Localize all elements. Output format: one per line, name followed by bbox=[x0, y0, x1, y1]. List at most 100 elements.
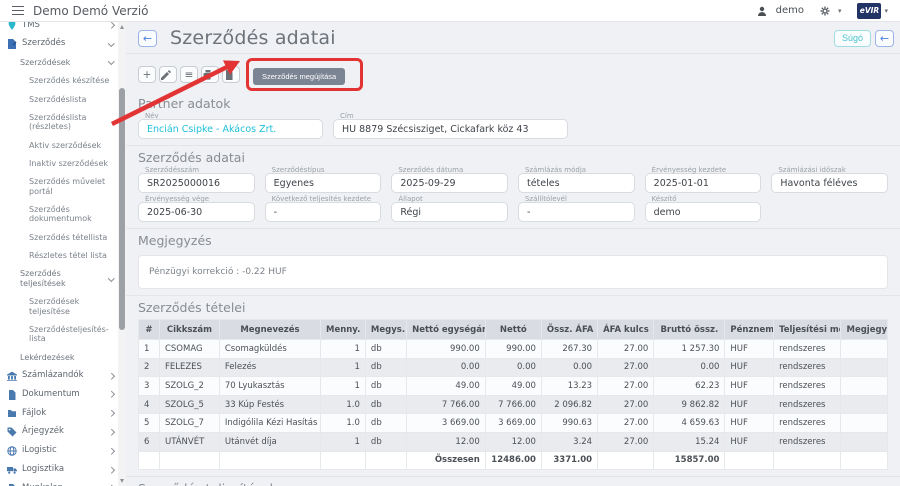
field-label: Érvényesség kezdete bbox=[652, 166, 727, 174]
sidebar-item-label: Logisztika bbox=[22, 465, 106, 475]
table-cell: 0.00 bbox=[654, 358, 725, 377]
field-n-v[interactable]: NévEncián Csipke - Akácos Zrt. bbox=[138, 119, 323, 139]
table-cell: 13.23 bbox=[541, 377, 597, 396]
table-cell bbox=[841, 432, 888, 451]
document-button[interactable] bbox=[222, 66, 240, 83]
table-cell: 0.00 bbox=[485, 358, 541, 377]
edit-button[interactable] bbox=[159, 66, 177, 83]
sidebar-item[interactable]: Szerződéslista bbox=[0, 90, 118, 108]
sidebar-item[interactable]: Szerződések bbox=[0, 54, 118, 72]
note-section-title: Megjegyzés bbox=[138, 233, 888, 248]
field-value: Régi bbox=[400, 207, 421, 218]
sidebar-item-label: TMS bbox=[22, 22, 106, 30]
field--rv-nyess-g-v-ge[interactable]: Érvényesség vége2025-06-30 bbox=[138, 202, 255, 222]
sidebar-item[interactable]: Szerződések teljesítése bbox=[0, 293, 118, 321]
table-cell bbox=[159, 451, 219, 470]
field-szerz-d-ssz-m[interactable]: SzerződésszámSR2025000016 bbox=[138, 173, 255, 193]
sidebar-item[interactable]: Szerződés dokumentumok bbox=[0, 201, 118, 229]
list-button[interactable]: ≡ bbox=[180, 66, 198, 83]
scroll-up-icon[interactable] bbox=[120, 25, 124, 29]
print-button[interactable] bbox=[201, 66, 219, 83]
contract-renew-button[interactable]: Szerződés megújítása bbox=[253, 68, 345, 85]
sidebar-item[interactable]: Szerződés bbox=[0, 35, 118, 54]
help-button[interactable]: Súgó bbox=[834, 30, 871, 47]
field-value: demo bbox=[654, 207, 681, 218]
table-cell bbox=[139, 451, 160, 470]
field-label: Szerződés dátuma bbox=[398, 166, 463, 174]
sidebar-item[interactable]: Számlázandók bbox=[0, 367, 118, 386]
hamburger-menu-icon[interactable] bbox=[12, 6, 24, 16]
sidebar-item[interactable]: Szerződés tétellista bbox=[0, 228, 118, 246]
contract-section-title: Szerződés adatai bbox=[138, 150, 888, 165]
field-sz-ll-t-lev-l[interactable]: Szállítólevél- bbox=[518, 202, 635, 222]
sidebar-item[interactable]: Dokumentum bbox=[0, 385, 118, 404]
table-cell bbox=[320, 451, 365, 470]
sidebar-item[interactable]: Szerződéslista (részletes) bbox=[0, 108, 118, 136]
sidebar-item[interactable]: Logisztika bbox=[0, 460, 118, 479]
field-szerz-d-s-d-tuma[interactable]: Szerződés dátuma2025-09-29 bbox=[391, 173, 508, 193]
sidebar-item[interactable]: Szerződésteljesítés-lista bbox=[0, 320, 118, 348]
sidebar-scrollbar[interactable] bbox=[118, 22, 126, 486]
field-sz-ml-z-si-id-szak[interactable]: Számlázási időszakHavonta féléves bbox=[771, 173, 888, 193]
sidebar-item[interactable]: Szerződés készítése bbox=[0, 72, 118, 90]
note-section: Megjegyzés Pénzügyi korrekció : -0.22 HU… bbox=[126, 229, 900, 296]
sidebar-item[interactable]: Aktiv szerződések bbox=[0, 136, 118, 154]
sidebar-item[interactable]: iLogistic bbox=[0, 442, 118, 461]
field--rv-nyess-g-kezdete[interactable]: Érvényesség kezdete2025-01-01 bbox=[645, 173, 762, 193]
chevron-down-icon bbox=[108, 275, 114, 281]
sidebar-item[interactable]: Részletes tétel lista bbox=[0, 247, 118, 265]
invoice-icon bbox=[7, 371, 17, 381]
sidebar-item[interactable]: Inaktiv szerződések bbox=[0, 154, 118, 172]
fulfillments-section: Szerződés teljesítések #Bizonylat tétel … bbox=[126, 477, 900, 486]
sidebar-item-label: Részletes tétel lista bbox=[29, 251, 113, 261]
field--llapot[interactable]: ÁllapotRégi bbox=[391, 202, 508, 222]
sidebar-scrollbar-thumb[interactable] bbox=[119, 88, 125, 330]
field-sz-ml-z-s-m-dja[interactable]: Számlázás módjatételes bbox=[518, 173, 635, 193]
sidebar-item-label: Szerződés dokumentumok bbox=[29, 205, 113, 224]
add-button[interactable]: + bbox=[138, 66, 156, 83]
sidebar-item-label: Szerződések teljesítése bbox=[29, 297, 113, 316]
field-label: Számlázás módja bbox=[525, 166, 586, 174]
table-cell: 5 bbox=[139, 414, 160, 433]
sidebar-item[interactable]: Fájlok bbox=[0, 404, 118, 423]
column-header: Megnevezés bbox=[219, 320, 320, 340]
table-cell: 27.00 bbox=[598, 340, 654, 359]
table-cell bbox=[841, 377, 888, 396]
table-cell bbox=[841, 358, 888, 377]
field-szerz-d-st-pus[interactable]: SzerződéstípusEgyenes bbox=[265, 173, 382, 193]
sidebar-item[interactable]: Árjegyzék bbox=[0, 423, 118, 442]
page-title: Szerződés adatai bbox=[170, 27, 336, 49]
sidebar-item[interactable]: Szerződés teljesítések bbox=[0, 265, 118, 293]
sidebar-item-label: Szerződés készítése bbox=[29, 76, 113, 86]
sidebar-item[interactable]: Munkalap bbox=[0, 479, 118, 486]
contract-icon bbox=[7, 39, 17, 49]
field-k-vetkez-teljes-t-s-kezdete[interactable]: Következő teljesítés kezdete- bbox=[265, 202, 382, 222]
sidebar-item[interactable]: TMS bbox=[0, 22, 118, 35]
sidebar-item-label: Szerződések bbox=[20, 58, 106, 68]
column-header: Nettó egységár bbox=[407, 320, 486, 340]
sidebar-item[interactable]: Szerződés művelet portál bbox=[0, 173, 118, 201]
items-section-title: Szerződés tételei bbox=[138, 300, 888, 315]
user-menu[interactable]: demo bbox=[757, 5, 804, 16]
brand-logo: eVIR bbox=[857, 3, 881, 19]
table-cell: db bbox=[365, 358, 406, 377]
sidebar-item[interactable]: Lekérdezések bbox=[0, 348, 118, 366]
brand-menu[interactable]: eVIR ▾ bbox=[857, 3, 888, 19]
table-cell bbox=[219, 451, 320, 470]
scroll-down-icon[interactable] bbox=[120, 479, 124, 483]
field-k-sz-t-[interactable]: Készítődemo bbox=[645, 202, 762, 222]
table-cell: 3 669.00 bbox=[485, 414, 541, 433]
table-cell: 1 bbox=[320, 340, 365, 359]
contract-items-table: #CikkszámMegnevezésMenny.Megys.Nettó egy… bbox=[138, 319, 888, 470]
field-c-m[interactable]: CímHU 8879 Szécsisziget, Cickafark köz 4… bbox=[333, 119, 568, 139]
back-button[interactable]: ← bbox=[138, 30, 157, 47]
partner-section: Partner adatok NévEncián Csipke - Akácos… bbox=[126, 92, 900, 146]
back-button-right[interactable]: ← bbox=[875, 30, 894, 47]
field-value: - bbox=[274, 207, 277, 218]
settings-menu[interactable]: ▾ bbox=[820, 6, 842, 16]
table-cell: Utánvét díja bbox=[219, 432, 320, 451]
table-cell: 990.63 bbox=[541, 414, 597, 433]
table-cell bbox=[841, 451, 888, 470]
field-value: Egyenes bbox=[274, 178, 314, 189]
table-cell: rendszeres bbox=[774, 340, 841, 359]
